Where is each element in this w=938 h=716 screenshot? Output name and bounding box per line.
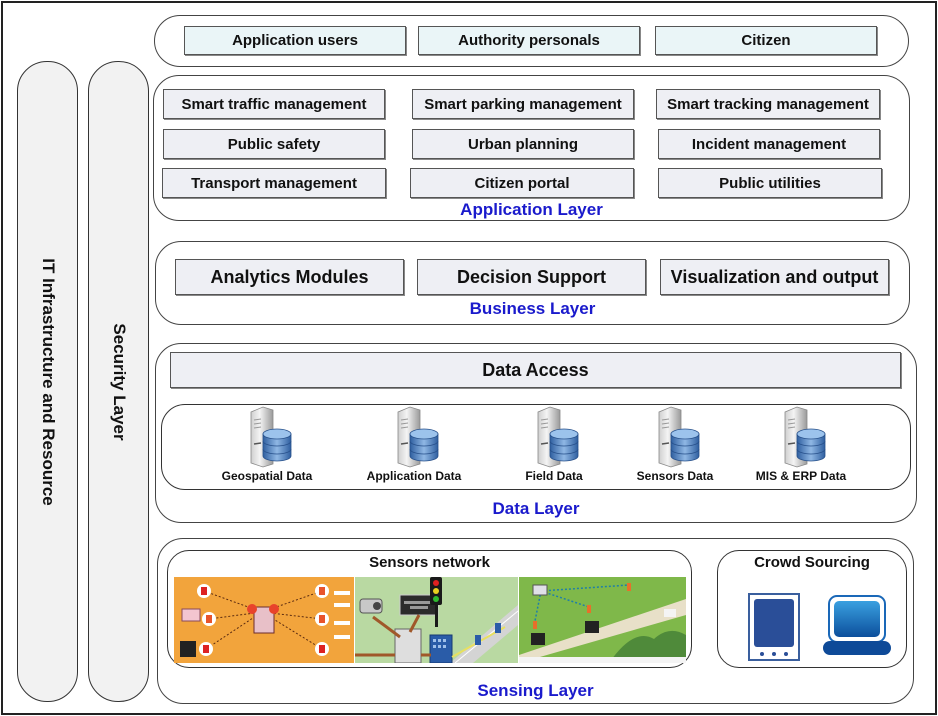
box-transport-management: Transport management bbox=[162, 168, 386, 198]
business-layer-title: Business Layer bbox=[469, 299, 596, 318]
it-infrastructure-pillar: IT Infrastructure and Resource bbox=[17, 61, 78, 702]
box-incident-management: Incident management bbox=[658, 129, 880, 159]
data-source-sensors: Sensors Data bbox=[610, 404, 740, 490]
box-decision-support: Decision Support bbox=[417, 259, 646, 295]
data-source-label: Sensors Data bbox=[636, 469, 714, 483]
crowd-sourcing-title: Crowd Sourcing bbox=[754, 554, 870, 571]
box-public-safety: Public safety bbox=[163, 129, 385, 159]
tablet-icon bbox=[748, 593, 800, 661]
security-layer-label: Security Layer bbox=[109, 322, 129, 441]
data-source-geospatial: Geospatial Data bbox=[202, 404, 332, 490]
data-source-mis-erp: MIS & ERP Data bbox=[736, 404, 866, 490]
box-citizen: Citizen bbox=[655, 26, 877, 55]
box-public-utilities: Public utilities bbox=[658, 168, 882, 198]
box-authority-personals: Authority personals bbox=[418, 26, 640, 55]
database-server-icon bbox=[250, 406, 292, 468]
laptop-icon bbox=[823, 595, 891, 655]
sensing-layer-title: Sensing Layer bbox=[477, 681, 594, 700]
box-citizen-portal: Citizen portal bbox=[410, 168, 634, 198]
sensors-network-title: Sensors network bbox=[369, 554, 490, 571]
data-source-label: Field Data bbox=[525, 469, 583, 483]
security-layer-pillar: Security Layer bbox=[88, 61, 149, 702]
box-smart-parking-management: Smart parking management bbox=[412, 89, 634, 119]
crowd-sourcing-panel: Crowd Sourcing bbox=[717, 550, 907, 668]
box-application-users: Application users bbox=[184, 26, 406, 55]
box-urban-planning: Urban planning bbox=[412, 129, 634, 159]
database-server-icon bbox=[658, 406, 700, 468]
data-source-label: MIS & ERP Data bbox=[755, 469, 847, 483]
database-server-icon bbox=[397, 406, 439, 468]
data-layer-title: Data Layer bbox=[492, 499, 580, 518]
data-source-field: Field Data bbox=[489, 404, 619, 490]
data-source-application: Application Data bbox=[349, 404, 479, 490]
it-infrastructure-label: IT Infrastructure and Resource bbox=[38, 257, 58, 506]
database-server-icon bbox=[537, 406, 579, 468]
data-source-label: Application Data bbox=[366, 469, 462, 483]
box-smart-traffic-management: Smart traffic management bbox=[163, 89, 385, 119]
application-layer-title: Application Layer bbox=[460, 200, 603, 219]
traffic-light-control-image bbox=[355, 577, 518, 663]
traffic-management-network-image bbox=[174, 577, 354, 663]
variable-message-sign-network-image bbox=[519, 577, 686, 663]
box-smart-tracking-management: Smart tracking management bbox=[656, 89, 880, 119]
box-data-access: Data Access bbox=[170, 352, 901, 388]
box-visualization-and-output: Visualization and output bbox=[660, 259, 889, 295]
data-source-label: Geospatial Data bbox=[221, 469, 313, 483]
box-analytics-modules: Analytics Modules bbox=[175, 259, 404, 295]
database-server-icon bbox=[784, 406, 826, 468]
